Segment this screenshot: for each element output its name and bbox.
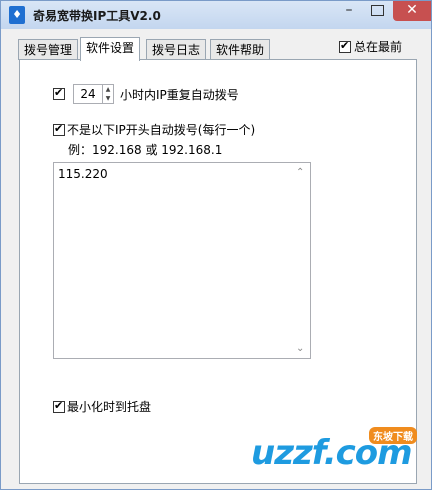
minimize-tray-setting: 最小化时到托盘 [53,398,151,415]
app-window: ♦ 奇易宽带换IP工具V2.0 – ✕ 拨号管理 软件设置 拨号日志 软件帮助 … [0,0,432,490]
textarea-scrollbar[interactable]: ⌃ ⌄ [293,163,310,358]
hours-stepper[interactable]: 24 ▲ ▼ [73,84,114,104]
minimize-tray-label: 最小化时到托盘 [67,400,152,414]
tab-dial-management[interactable]: 拨号管理 [18,39,79,60]
redial-checkbox[interactable] [53,86,65,100]
maximize-button[interactable] [363,1,391,21]
stepper-down-icon[interactable]: ▼ [103,94,113,103]
always-on-top-checkbox[interactable] [339,39,351,53]
ip-prefix-textarea[interactable]: 115.220 ⌃ ⌄ [53,162,311,359]
stepper-up-icon[interactable]: ▲ [103,85,113,94]
maximize-icon [370,4,384,16]
hours-value[interactable]: 24 [74,85,102,103]
scroll-down-icon[interactable]: ⌄ [296,343,304,354]
prefix-example: 例：192.168 或 192.168.1 [68,143,223,157]
always-on-top-label: 总在最前 [354,40,403,54]
tab-software-help[interactable]: 软件帮助 [210,39,271,60]
window-title: 奇易宽带换IP工具V2.0 [33,9,161,23]
prefix-setting: 不是以下IP开头自动拨号(每行一个) [53,121,255,138]
stepper-buttons[interactable]: ▲ ▼ [102,85,113,103]
close-button[interactable]: ✕ [393,1,431,21]
title-bar: ♦ 奇易宽带换IP工具V2.0 – ✕ [1,1,431,29]
minimize-button[interactable]: – [335,1,363,21]
app-logo-icon: ♦ [9,6,25,24]
prefix-label: 不是以下IP开头自动拨号(每行一个) [67,123,256,137]
tab-software-settings[interactable]: 软件设置 [80,37,141,61]
scroll-up-icon[interactable]: ⌃ [296,167,304,178]
watermark-tag: 东坡下载 [369,427,417,444]
redial-label: 小时内IP重复自动拨号 [120,87,239,102]
always-on-top-toggle[interactable]: 总在最前 [339,38,402,55]
redial-setting: 24 ▲ ▼ 小时内IP重复自动拨号 [53,84,239,104]
ip-prefix-text[interactable]: 115.220 [58,167,108,181]
watermark-logo: uzzf.com 东坡下载 [241,421,431,486]
minimize-tray-checkbox[interactable] [53,399,65,413]
tab-dial-log[interactable]: 拨号日志 [146,39,207,60]
prefix-checkbox[interactable] [53,122,65,136]
